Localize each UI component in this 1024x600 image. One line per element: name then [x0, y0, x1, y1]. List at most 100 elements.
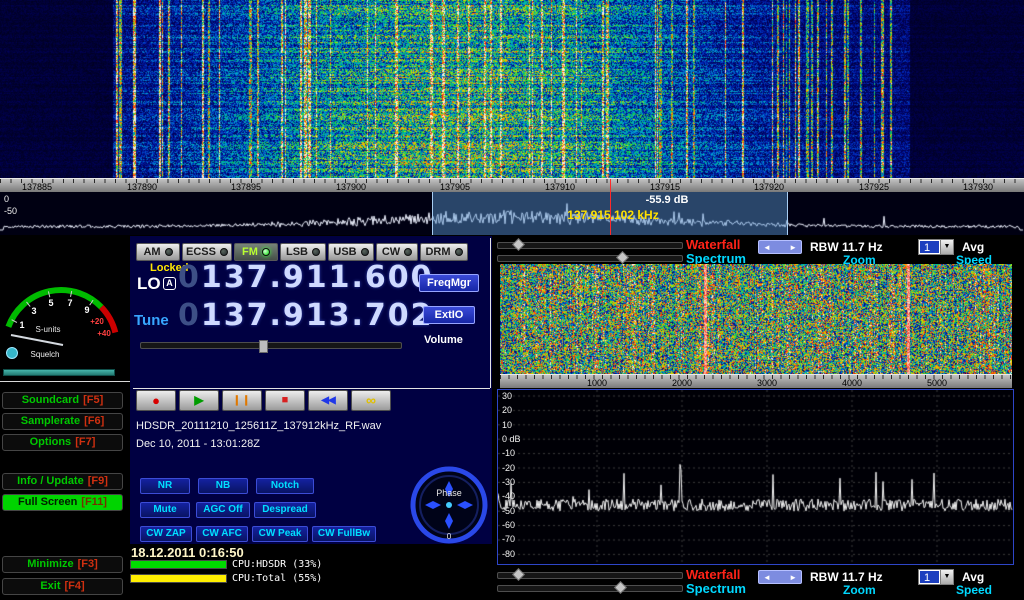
- avg-dropdown[interactable]: 1 ▼: [918, 239, 954, 255]
- minimize-button[interactable]: Minimize[F3]: [2, 556, 123, 573]
- info-update-fkey: [F9]: [88, 475, 108, 487]
- agc-button[interactable]: AGC Off: [196, 502, 250, 518]
- cw-peak-button[interactable]: CW Peak: [252, 526, 308, 542]
- af-db-label: -20: [502, 463, 515, 473]
- pause-button[interactable]: ❙❙: [222, 390, 262, 411]
- hdsdr-window: 137885 137890 137895 137900 137905 13791…: [0, 0, 1024, 600]
- mode-button-cw[interactable]: CW: [376, 243, 418, 261]
- af-spectrum-display[interactable]: [498, 390, 1013, 564]
- scroll-left-icon[interactable]: ◄: [763, 243, 771, 252]
- exit-fkey: [F4]: [65, 580, 85, 592]
- rf-frequency-ruler[interactable]: 137885 137890 137895 137900 137905 13791…: [0, 178, 1024, 192]
- despread-button[interactable]: Despread: [254, 502, 316, 518]
- waterfall-mode-label[interactable]: Waterfall: [686, 237, 740, 252]
- af-frequency-ruler[interactable]: 1000 2000 3000 4000 5000: [500, 374, 1012, 388]
- cw-zap-button[interactable]: CW ZAP: [140, 526, 192, 542]
- scroll-right-icon[interactable]: ►: [789, 573, 797, 582]
- recording-timestamp: Dec 10, 2011 - 13:01:28Z: [136, 438, 260, 450]
- lo-leading-zero: 0: [178, 260, 201, 295]
- af-zoom-scrollbar[interactable]: ◄ ►: [758, 570, 802, 584]
- af-db-label: -80: [502, 549, 515, 559]
- fullscreen-button[interactable]: Full Screen[F11]: [2, 494, 123, 511]
- options-button[interactable]: Options[F7]: [2, 434, 123, 451]
- exit-button[interactable]: Exit[F4]: [2, 578, 123, 595]
- samplerate-button[interactable]: Samplerate[F6]: [2, 413, 123, 430]
- notch-button[interactable]: Notch: [256, 478, 314, 494]
- af-db-label: -60: [502, 520, 515, 530]
- lo-label: LO: [137, 274, 161, 294]
- af-avg-label: Avg: [962, 570, 984, 584]
- af-spectrum-gain-slider[interactable]: [497, 585, 683, 592]
- phase-dial[interactable]: Phase 0: [409, 465, 489, 545]
- soundcard-button[interactable]: Soundcard[F5]: [2, 392, 123, 409]
- cw-fullbw-button[interactable]: CW FullBw: [312, 526, 376, 542]
- scroll-left-icon[interactable]: ◄: [763, 573, 771, 582]
- cpu-hdsdr-text: CPU:HDSDR (33%): [232, 559, 322, 570]
- rf-waterfall-display[interactable]: [0, 0, 1024, 178]
- freqmgr-button[interactable]: FreqMgr: [419, 274, 479, 292]
- record-icon: ●: [152, 393, 160, 408]
- cw-afc-button[interactable]: CW AFC: [196, 526, 248, 542]
- squelch-knob[interactable]: [7, 348, 18, 359]
- mode-button-usb[interactable]: USB: [328, 243, 374, 261]
- samplerate-label: Samplerate: [21, 415, 80, 427]
- af-db-label: -50: [502, 506, 515, 516]
- record-button[interactable]: ●: [136, 390, 176, 411]
- af-avg-dropdown[interactable]: 1 ▼: [918, 569, 954, 585]
- info-update-button[interactable]: Info / Update[F9]: [2, 473, 123, 490]
- af-tick-label: 1000: [577, 378, 617, 388]
- nr-button[interactable]: NR: [140, 478, 190, 494]
- dropdown-arrow-icon[interactable]: ▼: [940, 240, 953, 254]
- vfo-a-badge[interactable]: A: [163, 277, 176, 290]
- play-button[interactable]: ▶: [179, 390, 219, 411]
- dropdown-arrow-icon[interactable]: ▼: [940, 570, 953, 584]
- af-db-label: -70: [502, 534, 515, 544]
- fullscreen-fkey: [F11]: [81, 496, 107, 508]
- mode-am-label: AM: [143, 246, 160, 258]
- tune-digits: 137.913.702: [201, 298, 434, 333]
- af-avg-dropdown-value: 1: [920, 571, 939, 583]
- tune-frequency-display[interactable]: 0137.913.702: [178, 298, 434, 333]
- volume-slider-thumb[interactable]: [259, 340, 268, 353]
- rf-db-scale-50: -50: [4, 206, 17, 216]
- freq-tick-label: 137925: [850, 182, 898, 192]
- nb-button[interactable]: NB: [198, 478, 248, 494]
- af-waterfall-contrast-slider[interactable]: [497, 572, 683, 579]
- mode-button-lsb[interactable]: LSB: [280, 243, 326, 261]
- af-waterfall-display[interactable]: [500, 264, 1012, 374]
- volume-slider[interactable]: [140, 342, 402, 349]
- loop-button[interactable]: ∞: [351, 390, 391, 411]
- af-waterfall-contrast-thumb[interactable]: [512, 568, 525, 581]
- spectrum-gain-thumb[interactable]: [616, 251, 629, 264]
- mode-ecss-label: ECSS: [186, 246, 216, 258]
- waterfall-contrast-slider[interactable]: [497, 242, 683, 249]
- af-spectrum-panel[interactable]: 30 20 10 0 dB -10 -20 -30 -40 -50 -60 -7…: [497, 389, 1014, 565]
- squelch-level-bar[interactable]: [3, 369, 115, 376]
- soundcard-fkey: [F5]: [83, 394, 103, 406]
- cpu-total-text: CPU:Total (55%): [232, 573, 322, 584]
- smeter-tick-9: 9: [84, 305, 89, 315]
- af-spectrum-gain-thumb[interactable]: [614, 581, 627, 594]
- rbw-readout: RBW 11.7 Hz: [810, 240, 883, 254]
- rewind-button[interactable]: ◀◀: [308, 390, 348, 411]
- af-db-label: 20: [502, 405, 512, 415]
- play-icon: ▶: [194, 393, 203, 407]
- af-waterfall-mode-label[interactable]: Waterfall: [686, 567, 740, 582]
- af-spectrum-mode-label[interactable]: Spectrum: [686, 581, 746, 596]
- mode-button-ecss[interactable]: ECSS: [182, 243, 232, 261]
- freq-tick-label: 137900: [327, 182, 375, 192]
- cursor-level-readout: -55.9 dB: [622, 194, 712, 206]
- spectrum-gain-slider[interactable]: [497, 255, 683, 262]
- waterfall-contrast-thumb[interactable]: [512, 238, 525, 251]
- extio-button[interactable]: ExtIO: [423, 306, 475, 324]
- tune-marker-line[interactable]: [610, 179, 611, 235]
- mute-button[interactable]: Mute: [140, 502, 190, 518]
- cpu-hdsdr-bar: [130, 560, 227, 569]
- scroll-right-icon[interactable]: ►: [789, 243, 797, 252]
- stop-button[interactable]: ■: [265, 390, 305, 411]
- lo-frequency-display[interactable]: 0137.911.600: [178, 260, 434, 295]
- mode-button-fm[interactable]: FM: [234, 243, 278, 261]
- mode-button-drm[interactable]: DRM: [420, 243, 468, 261]
- mode-button-am[interactable]: AM: [136, 243, 180, 261]
- zoom-scrollbar[interactable]: ◄ ►: [758, 240, 802, 254]
